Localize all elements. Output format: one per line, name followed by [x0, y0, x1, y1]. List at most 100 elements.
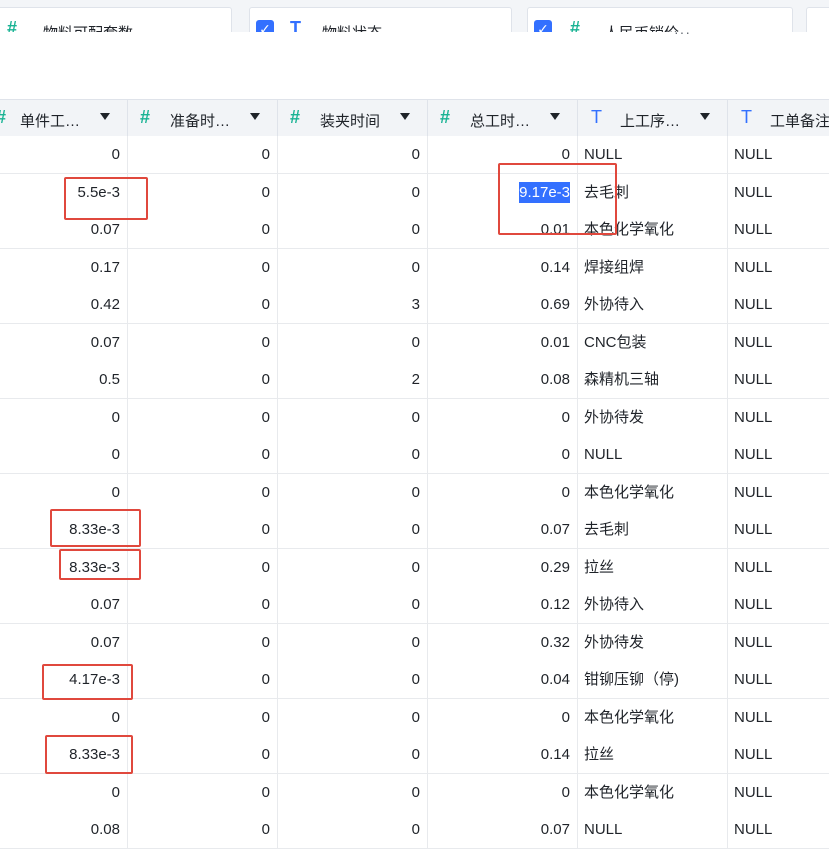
table-cell[interactable]: 拉丝 — [578, 736, 728, 773]
table-row[interactable]: 0.42 0 3 0.69 外协待入 NULL — [0, 286, 829, 324]
checkbox-checked-icon[interactable]: ✓ — [534, 20, 552, 32]
table-cell[interactable]: 焊接组焊 — [578, 248, 728, 286]
table-cell[interactable]: NULL — [728, 549, 829, 586]
table-cell[interactable]: 0 — [0, 136, 128, 173]
table-cell[interactable]: 0.5 — [0, 361, 128, 398]
table-cell[interactable]: 0 — [428, 773, 578, 811]
field-chip[interactable]: ✓ T 物料状态 — [249, 7, 512, 32]
table-cell[interactable]: 0.07 — [0, 623, 128, 661]
table-cell[interactable]: 钳铆压铆（停) — [578, 661, 728, 698]
table-cell[interactable]: 0.42 — [0, 286, 128, 323]
table-cell[interactable]: 0 — [128, 661, 278, 698]
table-row[interactable]: 0.08 0 0 0.07 NULL NULL — [0, 811, 829, 849]
table-cell[interactable]: 外协待入 — [578, 286, 728, 323]
table-cell[interactable]: 0 — [428, 436, 578, 473]
table-row[interactable]: 0.17 0 0 0.14 焊接组焊 NULL — [0, 248, 829, 287]
table-cell[interactable]: NULL — [578, 811, 728, 848]
table-cell[interactable]: 3 — [278, 286, 428, 323]
table-row[interactable]: 0 0 0 0 外协待发 NULL — [0, 398, 829, 437]
table-row[interactable]: 0.07 0 0 0.01 CNC包装 NULL — [0, 323, 829, 362]
table-cell[interactable]: 0 — [128, 436, 278, 473]
table-cell[interactable]: 0.04 — [428, 661, 578, 698]
table-cell[interactable]: 0 — [278, 773, 428, 811]
table-cell[interactable]: 森精机三轴 — [578, 361, 728, 398]
table-row[interactable]: 0 0 0 0 NULL NULL — [0, 136, 829, 174]
table-cell[interactable]: 0.07 — [0, 323, 128, 361]
table-cell[interactable]: NULL — [728, 661, 829, 698]
table-cell[interactable]: 0 — [128, 511, 278, 548]
chevron-down-icon[interactable] — [400, 113, 410, 120]
table-cell[interactable]: NULL — [728, 774, 829, 811]
table-cell[interactable]: 外协待发 — [578, 398, 728, 436]
table-row[interactable]: 0.5 0 2 0.08 森精机三轴 NULL — [0, 361, 829, 399]
table-cell[interactable]: 0 — [278, 586, 428, 623]
table-cell[interactable]: 0.07 — [428, 511, 578, 548]
chevron-down-icon[interactable] — [100, 113, 110, 120]
table-cell[interactable]: 0 — [278, 173, 428, 211]
table-cell[interactable]: 0 — [278, 623, 428, 661]
table-cell[interactable]: 0 — [128, 736, 278, 773]
table-cell[interactable]: 0 — [128, 698, 278, 736]
table-cell[interactable]: 本色化学氧化 — [578, 473, 728, 511]
table-cell[interactable]: 0.17 — [0, 248, 128, 286]
table-cell[interactable]: 0 — [278, 736, 428, 773]
table-cell[interactable]: 拉丝 — [578, 548, 728, 586]
table-cell[interactable]: 0 — [278, 548, 428, 586]
table-cell[interactable]: 0.07 — [0, 586, 128, 623]
table-cell[interactable]: NULL — [728, 699, 829, 736]
table-cell[interactable]: NULL — [728, 174, 829, 211]
table-row[interactable]: 0 0 0 0 本色化学氧化 NULL — [0, 773, 829, 812]
table-cell[interactable]: 0 — [128, 623, 278, 661]
table-cell[interactable]: 本色化学氧化 — [578, 698, 728, 736]
table-cell[interactable]: NULL — [728, 436, 829, 473]
table-cell[interactable]: 0 — [278, 661, 428, 698]
table-cell[interactable]: NULL — [728, 586, 829, 623]
table-cell[interactable]: NULL — [728, 474, 829, 511]
table-cell[interactable]: 0 — [0, 398, 128, 436]
field-chip[interactable]: ✓ # 人民币销价… — [527, 7, 793, 32]
column-header[interactable]: # 装夹时间 — [278, 100, 428, 137]
table-cell[interactable]: 0.29 — [428, 548, 578, 586]
table-cell[interactable]: 外协待发 — [578, 623, 728, 661]
table-cell[interactable]: 0 — [128, 286, 278, 323]
chevron-down-icon[interactable] — [700, 113, 710, 120]
table-cell[interactable]: 0 — [278, 511, 428, 548]
table-cell[interactable]: 0.12 — [428, 586, 578, 623]
table-cell[interactable]: 0.08 — [0, 811, 128, 848]
table-cell[interactable]: 0 — [128, 398, 278, 436]
table-cell[interactable]: 0 — [278, 323, 428, 361]
table-cell[interactable]: 0.69 — [428, 286, 578, 323]
table-cell[interactable]: 0 — [278, 398, 428, 436]
table-cell[interactable]: 0 — [278, 436, 428, 473]
table-cell[interactable]: 0 — [278, 136, 428, 173]
table-cell[interactable]: NULL — [728, 736, 829, 773]
table-cell[interactable]: 0 — [128, 248, 278, 286]
table-cell[interactable]: NULL — [728, 624, 829, 661]
table-cell[interactable]: 0 — [428, 698, 578, 736]
table-cell[interactable]: 0.01 — [428, 323, 578, 361]
table-cell[interactable]: 0.14 — [428, 736, 578, 773]
more-icon[interactable]: ··· — [674, 24, 691, 40]
table-row[interactable]: 0 0 0 0 本色化学氧化 NULL — [0, 473, 829, 512]
table-cell[interactable]: 0 — [0, 473, 128, 511]
column-header[interactable]: # 准备时… — [128, 100, 278, 137]
chevron-down-icon[interactable] — [550, 113, 560, 120]
table-cell[interactable]: 0 — [128, 136, 278, 173]
table-cell[interactable]: 0 — [128, 473, 278, 511]
table-cell[interactable]: 0 — [278, 473, 428, 511]
table-cell[interactable]: 0 — [128, 586, 278, 623]
table-cell[interactable]: 0 — [128, 323, 278, 361]
table-cell[interactable]: NULL — [728, 249, 829, 286]
table-cell[interactable]: 0 — [128, 811, 278, 848]
table-cell[interactable]: 0.07 — [428, 811, 578, 848]
table-cell[interactable]: NULL — [728, 811, 829, 848]
table-row[interactable]: 0.07 0 0 0.32 外协待发 NULL — [0, 623, 829, 662]
table-cell[interactable]: NULL — [728, 136, 829, 173]
table-cell[interactable]: 2 — [278, 361, 428, 398]
column-header[interactable]: # 总工时… — [428, 100, 578, 137]
table-cell[interactable]: 0 — [0, 773, 128, 811]
column-header[interactable]: T 上工序… — [578, 100, 728, 137]
table-cell[interactable]: 本色化学氧化 — [578, 773, 728, 811]
table-cell[interactable]: 0 — [128, 173, 278, 211]
table-cell[interactable]: 0 — [0, 698, 128, 736]
